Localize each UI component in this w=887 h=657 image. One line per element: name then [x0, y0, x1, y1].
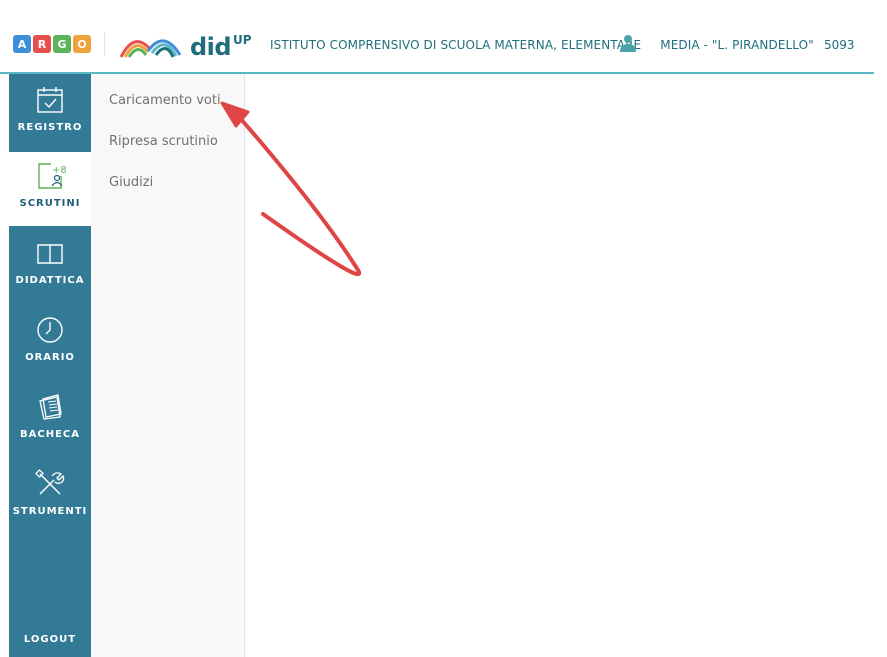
argo-letter-r: R: [33, 35, 51, 53]
sidebar-item-label: BACHECA: [20, 429, 80, 440]
main-content: [246, 74, 887, 657]
argo-logo[interactable]: A R G O: [13, 35, 91, 53]
sidebar-item-label: SCRUTINI: [19, 198, 81, 209]
school-code: 5093: [824, 38, 855, 52]
argo-letter-a: A: [13, 35, 31, 53]
didup-superscript: UP: [233, 33, 252, 47]
calendar-check-icon: [37, 87, 63, 113]
sidebar-item-didattica[interactable]: DIDATTICA: [9, 229, 91, 303]
logout-button[interactable]: LOGOUT: [9, 634, 91, 645]
sidebar-item-scrutini[interactable]: +8 SCRUTINI: [9, 152, 91, 226]
header-divider: [104, 33, 105, 55]
sidebar-item-label: STRUMENTI: [12, 506, 88, 517]
svg-text:+8: +8: [52, 165, 66, 176]
didup-rainbow-icon: [119, 39, 182, 58]
main-sidebar: REGISTRO +8 SCRUTINI DIDATTICA ORARIO BA…: [9, 74, 91, 657]
app-header: A R G O did UP ISTITUTO COMPRENSIVO DI S…: [0, 0, 887, 74]
sidebar-item-bacheca[interactable]: BACHECA: [9, 383, 91, 457]
grade-add-icon: +8: [38, 163, 66, 189]
submenu-item-ripresa-scrutinio[interactable]: Ripresa scrutinio: [109, 134, 218, 149]
clock-icon: [37, 317, 63, 343]
submenu-item-caricamento-voti[interactable]: Caricamento voti: [109, 93, 221, 108]
sidebar-item-label: DIDATTICA: [15, 275, 85, 286]
sidebar-item-label: REGISTRO: [17, 122, 83, 133]
school-title-part1: ISTITUTO COMPRENSIVO DI SCUOLA MATERNA, …: [270, 38, 642, 52]
didup-wordmark: did: [190, 33, 232, 61]
user-icon[interactable]: [619, 34, 637, 52]
tools-icon: [35, 469, 65, 495]
scrutini-submenu: Caricamento voti Ripresa scrutinio Giudi…: [91, 74, 245, 657]
submenu-item-giudizi[interactable]: Giudizi: [109, 175, 153, 190]
open-book-icon: [37, 244, 63, 264]
school-title-part2: MEDIA - "L. PIRANDELLO": [660, 38, 814, 52]
sidebar-item-orario[interactable]: ORARIO: [9, 306, 91, 380]
sidebar-item-strumenti[interactable]: STRUMENTI: [9, 460, 91, 534]
sidebar-item-registro[interactable]: REGISTRO: [9, 76, 91, 150]
noticeboard-icon: [39, 394, 62, 420]
argo-letter-o: O: [73, 35, 91, 53]
sidebar-item-label: ORARIO: [25, 352, 75, 363]
argo-letter-g: G: [53, 35, 71, 53]
school-title: ISTITUTO COMPRENSIVO DI SCUOLA MATERNA, …: [270, 38, 814, 52]
